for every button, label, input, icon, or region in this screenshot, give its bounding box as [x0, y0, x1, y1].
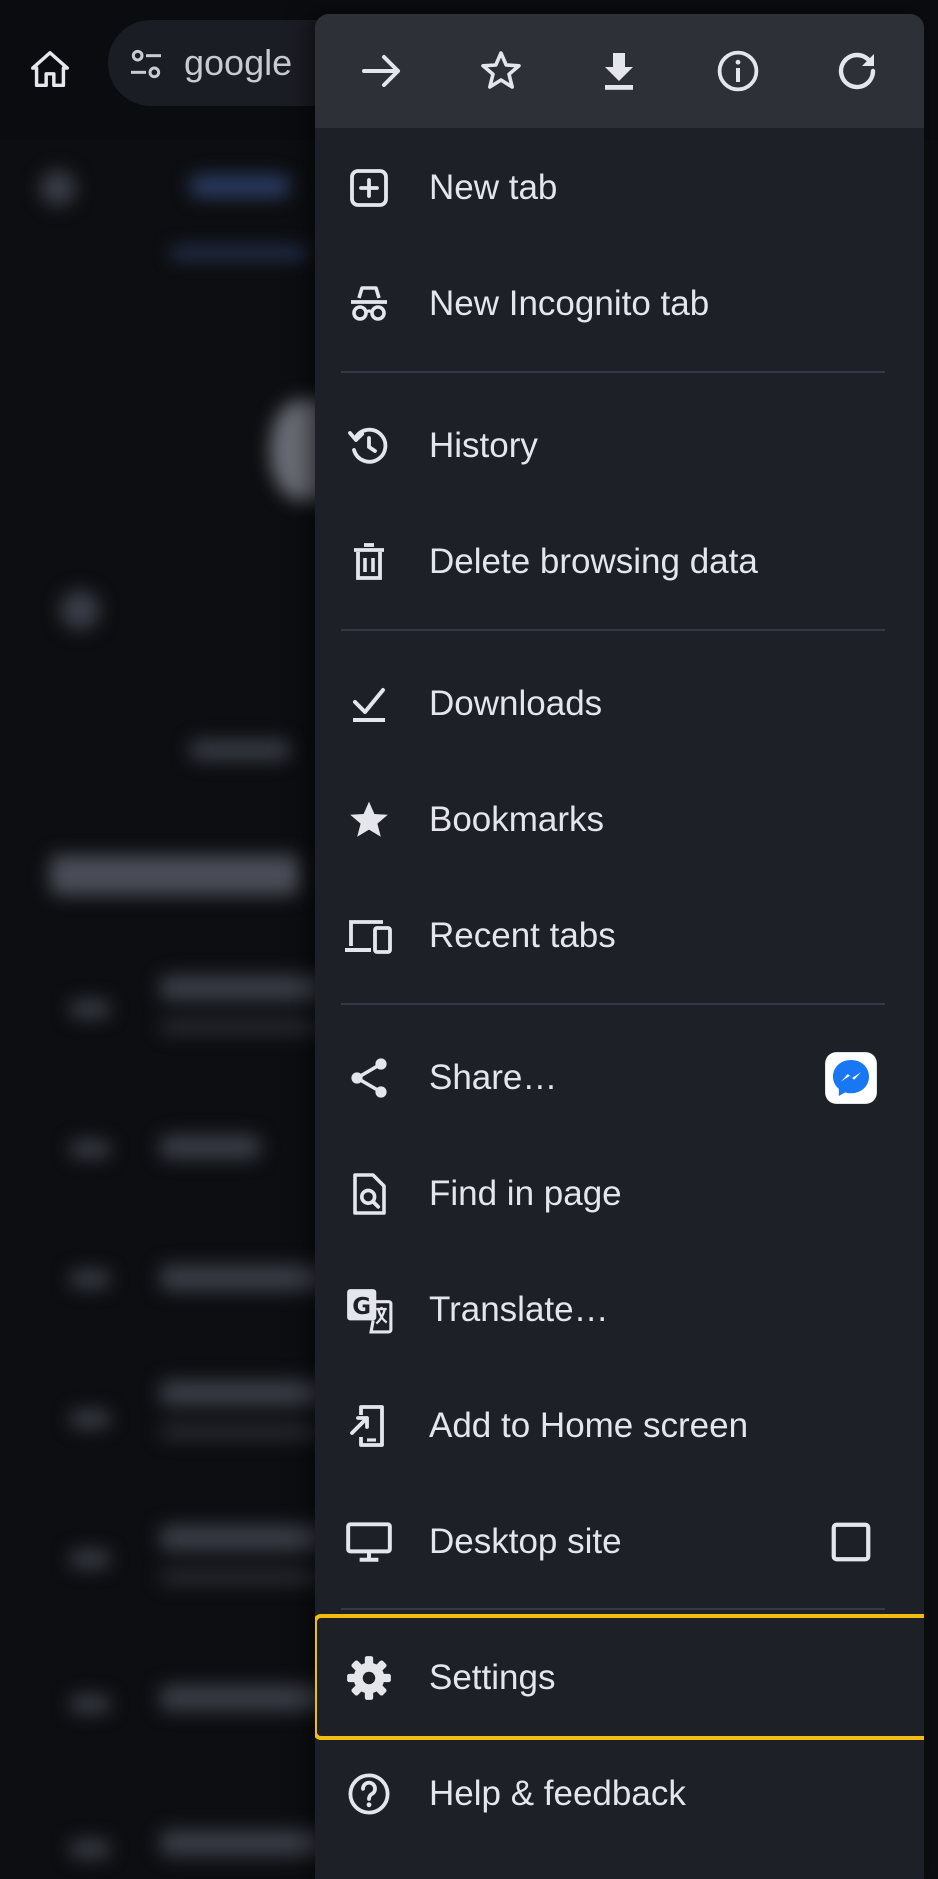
bookmark-star-icon [481, 51, 521, 89]
menu-item-add-to-home-screen[interactable]: Add to Home screen [315, 1376, 924, 1476]
menu-divider [341, 1003, 885, 1005]
devices-icon [343, 910, 395, 962]
info-icon [717, 50, 759, 92]
download-page-button[interactable] [575, 27, 663, 115]
home-icon [31, 51, 69, 88]
add-to-home-icon [343, 1400, 395, 1452]
menu-item-label: Recent tabs [429, 916, 616, 955]
help-icon [343, 1768, 395, 1820]
menu-item-label: Share… [429, 1058, 558, 1097]
menu-item-settings[interactable]: Settings [315, 1628, 924, 1728]
refresh-button[interactable] [813, 27, 901, 115]
history-icon [343, 420, 395, 472]
menu-item-label: Find in page [429, 1174, 622, 1213]
menu-item-label: New tab [429, 168, 558, 207]
menu-item-share[interactable]: Share… [315, 1028, 924, 1128]
share-icon [343, 1052, 395, 1104]
translate-icon: G [343, 1284, 395, 1336]
menu-item-label: Bookmarks [429, 800, 605, 839]
menu-item-new-incognito-tab[interactable]: New Incognito tab [315, 254, 924, 354]
menu-item-help-feedback[interactable]: Help & feedback [315, 1744, 924, 1844]
forward-button[interactable] [338, 27, 426, 115]
menu-item-delete-browsing-data[interactable]: Delete browsing data [315, 512, 924, 612]
find-in-page-icon [343, 1168, 395, 1220]
page-info-button[interactable] [694, 27, 782, 115]
menu-item-label: Settings [429, 1658, 556, 1697]
menu-divider [341, 629, 885, 631]
menu-item-find-in-page[interactable]: Find in page [315, 1144, 924, 1244]
menu-item-label: History [429, 426, 538, 465]
address-text: google [184, 42, 293, 83]
svg-text:G: G [352, 1294, 371, 1320]
menu-item-label: Desktop site [429, 1522, 622, 1561]
messenger-share-button[interactable] [823, 1050, 879, 1106]
menu-divider [341, 1608, 885, 1610]
menu-item-label: Delete browsing data [429, 542, 758, 581]
trash-icon [343, 536, 395, 588]
desktop-icon [343, 1516, 395, 1568]
menu-item-history[interactable]: History [315, 396, 924, 496]
gear-icon [343, 1652, 395, 1704]
home-button[interactable] [22, 42, 78, 98]
menu-item-label: Help & feedback [429, 1774, 686, 1813]
bookmark-page-button[interactable] [457, 27, 545, 115]
downloads-icon [343, 678, 395, 730]
menu-item-bookmarks[interactable]: Bookmarks [315, 770, 924, 870]
menu-item-new-tab[interactable]: New tab [315, 138, 924, 238]
new-tab-icon [343, 162, 395, 214]
tune-icon[interactable] [126, 44, 166, 84]
menu-item-desktop-site[interactable]: Desktop site [315, 1492, 924, 1592]
menu-item-label: Add to Home screen [429, 1406, 749, 1445]
menu-icon-row [315, 14, 924, 128]
menu-item-label: New Incognito tab [429, 284, 710, 323]
incognito-icon [343, 278, 395, 330]
desktop-site-checkbox[interactable] [823, 1514, 879, 1570]
refresh-icon [838, 52, 875, 90]
menu-item-downloads[interactable]: Downloads [315, 654, 924, 754]
star-icon [343, 794, 395, 846]
menu-item-label: Downloads [429, 684, 603, 723]
forward-icon [362, 55, 401, 87]
download-icon [605, 53, 634, 90]
menu-item-translate[interactable]: G Translate… [315, 1260, 924, 1360]
blurred-page-content [0, 140, 330, 1879]
menu-divider [341, 371, 885, 373]
messenger-icon [825, 1052, 877, 1104]
menu-item-recent-tabs[interactable]: Recent tabs [315, 886, 924, 986]
app-menu: New tab New Incognito tab History Delete… [315, 14, 924, 1879]
menu-item-label: Translate… [429, 1290, 609, 1329]
